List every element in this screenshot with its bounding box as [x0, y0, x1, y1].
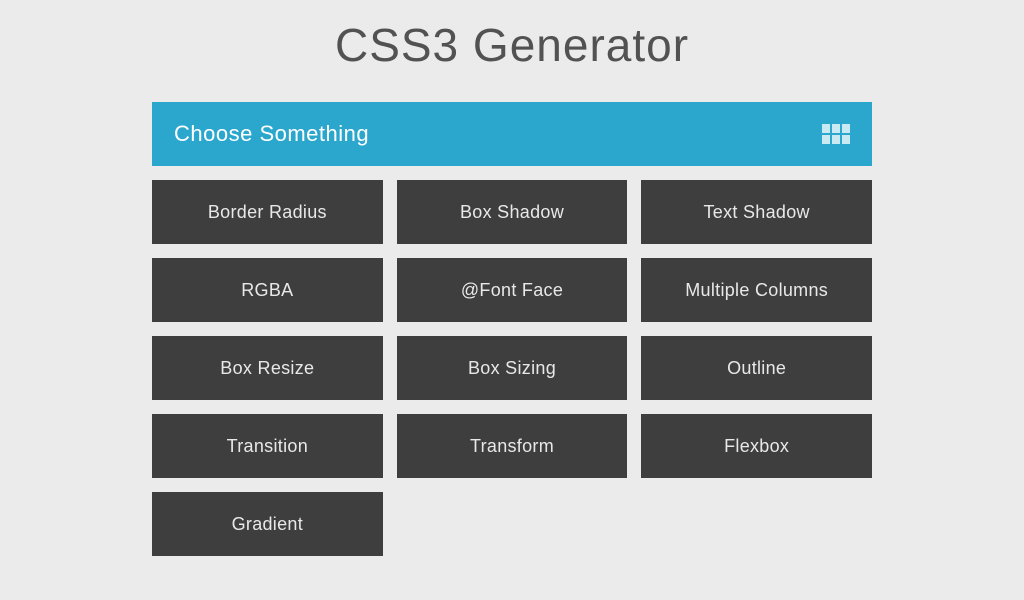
- option-outline[interactable]: Outline: [641, 336, 872, 400]
- option-label: Gradient: [232, 514, 303, 535]
- selector-bar[interactable]: Choose Something: [152, 102, 872, 166]
- option-label: Transform: [470, 436, 554, 457]
- grid-icon: [822, 124, 850, 144]
- selector-label: Choose Something: [174, 121, 369, 147]
- option-gradient[interactable]: Gradient: [152, 492, 383, 556]
- option-rgba[interactable]: RGBA: [152, 258, 383, 322]
- option-label: Multiple Columns: [685, 280, 828, 301]
- option-label: Flexbox: [724, 436, 789, 457]
- option-box-resize[interactable]: Box Resize: [152, 336, 383, 400]
- option-label: Text Shadow: [703, 202, 809, 223]
- option-transition[interactable]: Transition: [152, 414, 383, 478]
- option-label: Box Shadow: [460, 202, 564, 223]
- option-multiple-columns[interactable]: Multiple Columns: [641, 258, 872, 322]
- options-grid: Border Radius Box Shadow Text Shadow RGB…: [152, 180, 872, 556]
- option-font-face[interactable]: @Font Face: [397, 258, 628, 322]
- option-box-shadow[interactable]: Box Shadow: [397, 180, 628, 244]
- option-border-radius[interactable]: Border Radius: [152, 180, 383, 244]
- option-label: Box Sizing: [468, 358, 556, 379]
- option-label: Border Radius: [208, 202, 327, 223]
- option-label: Outline: [727, 358, 786, 379]
- option-transform[interactable]: Transform: [397, 414, 628, 478]
- option-label: @Font Face: [461, 280, 563, 301]
- main-container: CSS3 Generator Choose Something Border R…: [152, 0, 872, 556]
- option-text-shadow[interactable]: Text Shadow: [641, 180, 872, 244]
- page-title: CSS3 Generator: [152, 18, 872, 72]
- option-box-sizing[interactable]: Box Sizing: [397, 336, 628, 400]
- option-label: RGBA: [241, 280, 293, 301]
- option-flexbox[interactable]: Flexbox: [641, 414, 872, 478]
- option-label: Transition: [227, 436, 308, 457]
- option-label: Box Resize: [220, 358, 314, 379]
